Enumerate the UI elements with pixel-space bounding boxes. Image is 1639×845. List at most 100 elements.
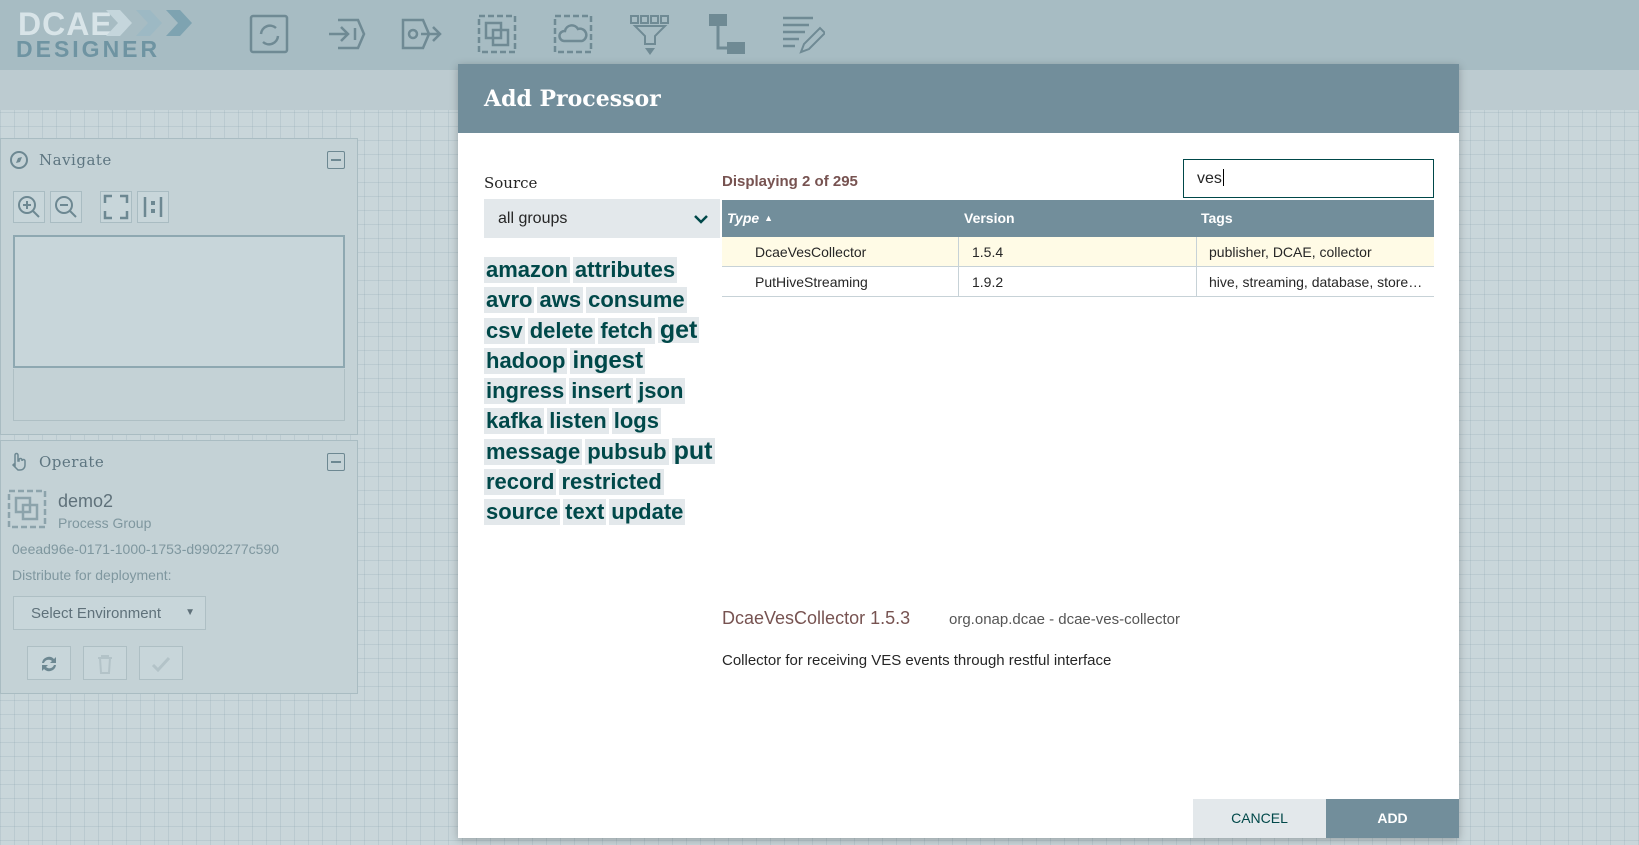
chevron-down-icon [694,215,708,224]
fit-button[interactable] [100,191,132,223]
column-header-type[interactable]: Type ▲ [727,210,773,226]
selected-processor-bundle: org.onap.dcae - dcae-ves-collector [949,611,1180,628]
add-button[interactable]: ADD [1326,799,1459,838]
cell-tags: publisher, DCAE, collector [1209,244,1372,260]
dialog-title: Add Processor [484,86,661,112]
process-group-icon [7,489,47,529]
deploy-button[interactable] [139,646,183,680]
tag-put[interactable]: put [671,438,715,464]
tag-source[interactable]: source [484,499,561,525]
sort-ascending-icon: ▲ [764,213,774,223]
tag-restricted[interactable]: restricted [559,469,664,495]
component-id: 0eead96e-0171-1000-1753-d9902277c590 [12,541,280,557]
tag-logs[interactable]: logs [611,408,661,434]
table-row[interactable]: DcaeVesCollector 1.5.4 publisher, DCAE, … [722,237,1434,267]
processor-icon[interactable] [247,12,293,58]
minimize-icon[interactable] [327,453,345,471]
minimize-icon[interactable] [327,151,345,169]
zoom-out-button[interactable] [50,191,82,223]
selected-processor-name: DcaeVesCollector 1.5.3 [722,608,911,628]
tag-consume[interactable]: consume [586,287,687,313]
tag-record[interactable]: record [484,469,557,495]
navigate-panel-header: Navigate [1,139,357,181]
cell-type: DcaeVesCollector [722,237,959,267]
tag-avro[interactable]: avro [484,287,535,313]
dialog-header: Add Processor [458,64,1459,133]
logo-bottom-text: DESIGNER [16,36,161,62]
tag-attributes[interactable]: attributes [572,257,678,283]
birdseye-footer [13,369,345,421]
column-header-version[interactable]: Version [964,210,1015,226]
tag-delete[interactable]: delete [527,318,596,344]
cell-type: PutHiveStreaming [722,267,959,297]
tag-ingress[interactable]: ingress [484,378,567,404]
tag-cloud: amazon attributes avro aws consume csv delete f… [484,257,724,529]
actual-size-button[interactable] [137,191,169,223]
text-caret [1222,169,1224,186]
operate-panel-header: Operate [1,441,357,483]
navigate-title: Navigate [39,151,112,169]
label-icon[interactable] [779,12,827,58]
trash-icon [98,655,112,674]
cell-version: 1.9.2 [959,267,1197,297]
tag-text[interactable]: text [563,499,607,525]
source-select-value: all groups [498,210,568,227]
hand-pointer-icon [11,452,26,471]
filter-input-value: ves [1197,170,1222,187]
table-header: Type ▲ Version Tags [722,200,1434,237]
column-header-tags[interactable]: Tags [1201,210,1233,226]
tag-aws[interactable]: aws [537,287,584,313]
displaying-count: Displaying 2 of 295 [722,173,858,190]
refresh-icon [42,656,56,672]
template-icon[interactable] [703,12,749,58]
selected-processor-description: Collector for receiving VES events throu… [722,652,1112,669]
remote-process-group-icon[interactable] [551,12,597,58]
tag-csv[interactable]: csv [484,318,525,344]
tag-message[interactable]: message [484,439,583,465]
process-group-icon[interactable] [475,12,521,58]
source-label: Source [484,174,538,192]
zoom-in-button[interactable] [13,191,45,223]
zoom-in-icon [18,196,40,218]
tag-pubsub[interactable]: pubsub [585,439,669,465]
table-row[interactable]: PutHiveStreaming 1.9.2 hive, streaming, … [722,267,1434,297]
distribute-label: Distribute for deployment: [12,567,172,583]
tag-json[interactable]: json [636,378,686,404]
output-port-icon[interactable] [399,12,445,58]
tag-get[interactable]: get [657,317,700,343]
zoom-out-icon [55,196,77,218]
column-header-type-label: Type [727,210,760,226]
operate-title: Operate [39,453,105,471]
tag-kafka[interactable]: kafka [484,408,545,434]
actual-size-icon [143,197,163,217]
component-type: Process Group [58,515,152,531]
funnel-icon[interactable] [627,12,673,58]
navigate-panel: Navigate [0,138,358,435]
tag-listen[interactable]: listen [547,408,609,434]
compass-icon [10,151,28,169]
processor-table: Type ▲ Version Tags DcaeVesCollector 1.5.… [722,200,1434,297]
dropdown-arrow-icon: ▼ [185,607,195,618]
tag-ingest[interactable]: ingest [570,348,646,374]
app-header: DCAE DESIGNER [0,0,1639,70]
tag-update[interactable]: update [609,499,686,525]
component-name: demo2 [58,491,114,511]
tag-amazon[interactable]: amazon [484,257,570,283]
tag-insert[interactable]: insert [569,378,634,404]
filter-input[interactable]: ves [1183,159,1434,198]
tag-fetch[interactable]: fetch [598,318,655,344]
delete-button[interactable] [83,646,127,680]
cancel-button[interactable]: CANCEL [1193,799,1326,838]
app-logo: DCAE DESIGNER [16,6,216,62]
birdseye-canvas[interactable] [13,235,345,368]
cell-tags: hive, streaming, database, store… [1209,274,1423,290]
add-processor-dialog: Add Processor Source all groups amazon at… [458,64,1459,838]
logo-chevrons [106,10,192,36]
fit-icon [103,194,129,220]
source-select[interactable]: all groups [484,199,720,238]
tag-hadoop[interactable]: hadoop [484,348,568,374]
cell-version: 1.5.4 [959,237,1197,267]
input-port-icon[interactable] [323,12,369,58]
refresh-button[interactable] [27,646,71,680]
environment-select[interactable]: Select Environment ▼ [13,596,206,630]
